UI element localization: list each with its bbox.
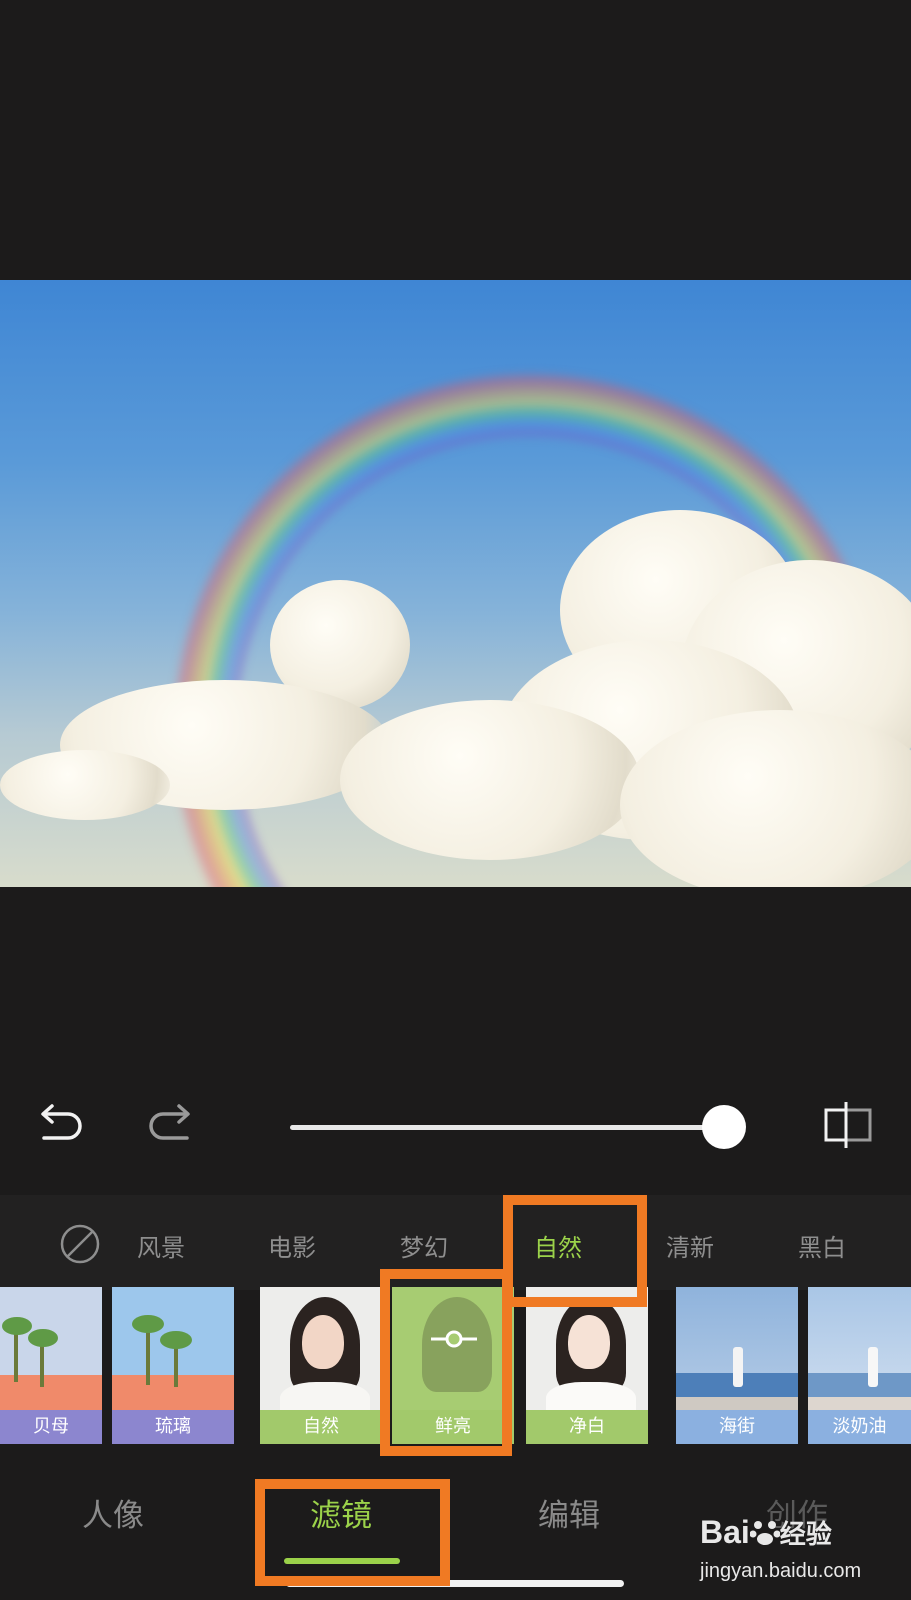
annotation-highlight-filter: [380, 1269, 512, 1456]
filter-label: 贝母: [0, 1410, 102, 1444]
filter-label: 海街: [676, 1410, 798, 1444]
watermark-brand: Bai: [700, 1514, 750, 1550]
watermark-logo: Bai 经验: [700, 1514, 832, 1551]
watermark-suffix: 经验: [779, 1519, 832, 1549]
photo-preview: [0, 280, 911, 887]
undo-button[interactable]: [38, 1100, 86, 1152]
sea: [808, 1373, 911, 1397]
annotation-highlight-nav: [255, 1479, 450, 1586]
palm-leaves: [160, 1331, 192, 1349]
wall: [112, 1375, 234, 1411]
palm-leaves: [132, 1315, 164, 1333]
intensity-slider-track[interactable]: [290, 1125, 726, 1130]
nav-edit[interactable]: 编辑: [538, 1490, 600, 1535]
filter-thumb-dannaiyou[interactable]: 淡奶油: [808, 1287, 911, 1444]
face: [568, 1315, 610, 1369]
watermark-url: jingyan.baidu.com: [700, 1560, 862, 1582]
redo-button[interactable]: [145, 1100, 193, 1152]
compare-icon: [824, 1102, 872, 1148]
filter-label: 净白: [526, 1410, 648, 1444]
no-filter-icon: [60, 1224, 100, 1264]
person: [868, 1347, 878, 1387]
category-scenery[interactable]: 风景: [137, 1228, 185, 1263]
no-filter-button[interactable]: [58, 1222, 102, 1270]
filter-thumb-jingbai[interactable]: 净白: [526, 1287, 648, 1444]
sky: [808, 1287, 911, 1374]
palm-tree: [146, 1325, 150, 1385]
category-dreamy[interactable]: 梦幻: [400, 1228, 448, 1263]
person: [733, 1347, 743, 1387]
face: [302, 1315, 344, 1369]
redo-icon: [149, 1104, 190, 1140]
filter-thumb-haijie[interactable]: 海街: [676, 1287, 798, 1444]
undo-icon: [41, 1104, 82, 1140]
paw-icon: [749, 1521, 781, 1545]
intensity-slider-handle[interactable]: [702, 1105, 746, 1149]
cloud: [0, 750, 170, 820]
filter-thumb-beimu[interactable]: 贝母: [0, 1287, 102, 1444]
nav-portrait[interactable]: 人像: [82, 1490, 144, 1535]
annotation-highlight-category: [503, 1195, 647, 1307]
filter-label: 琉璃: [112, 1410, 234, 1444]
category-movie[interactable]: 电影: [268, 1228, 316, 1263]
filter-thumb-liuli[interactable]: 琉璃: [112, 1287, 234, 1444]
filter-label: 淡奶油: [808, 1410, 911, 1444]
compare-button[interactable]: [822, 1100, 874, 1154]
palm-tree: [14, 1327, 18, 1382]
palm-leaves: [28, 1329, 58, 1347]
palm-leaves: [2, 1317, 32, 1335]
category-black-white[interactable]: 黑白: [798, 1228, 846, 1263]
filter-label: 自然: [260, 1410, 382, 1444]
category-fresh[interactable]: 清新: [666, 1228, 714, 1263]
filter-thumb-ziran[interactable]: 自然: [260, 1287, 382, 1444]
cloud: [340, 700, 640, 860]
